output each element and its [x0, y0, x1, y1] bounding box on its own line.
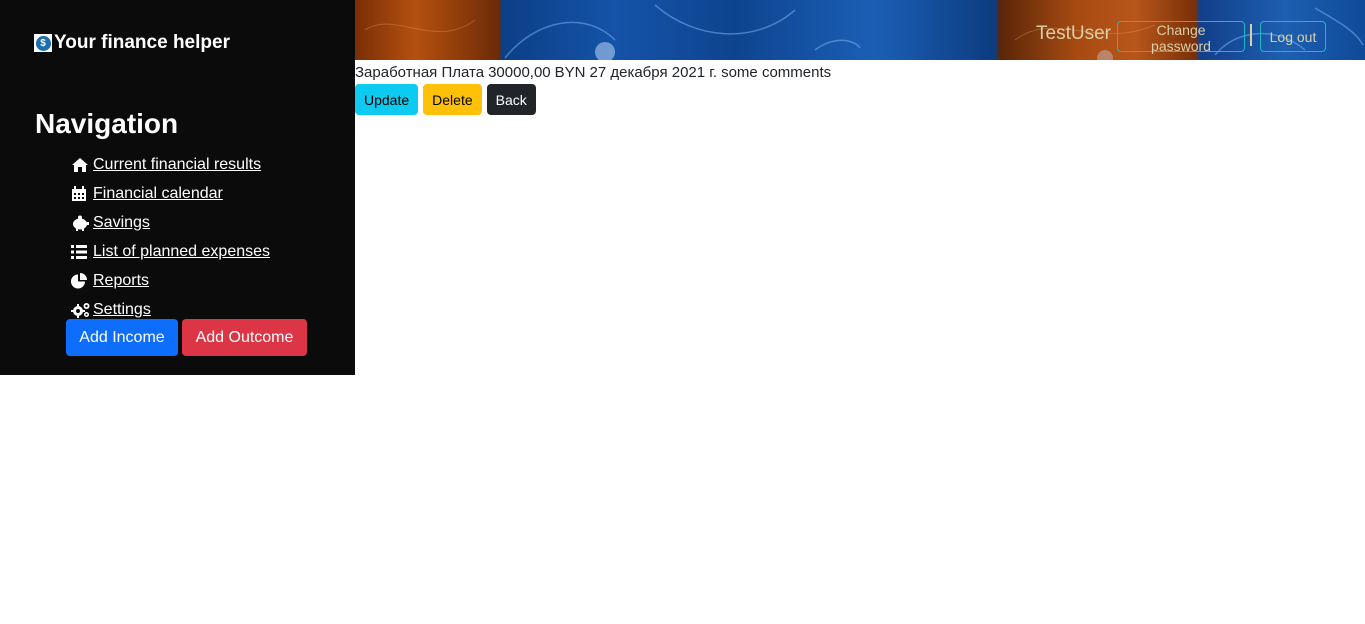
dollar-coin-icon: $ — [34, 34, 52, 52]
home-icon — [71, 157, 89, 173]
record-category: Заработная Плата — [355, 64, 485, 81]
gears-icon — [71, 302, 90, 318]
nav-item-label: Financial calendar — [93, 184, 223, 202]
change-password-button[interactable]: Change password — [1117, 21, 1245, 54]
header-banner: TestUser Change password Log out — [355, 0, 1365, 60]
record-amount: 30000,00 — [488, 64, 551, 81]
piggy-bank-icon — [71, 215, 89, 231]
nav-item-label: Reports — [93, 271, 150, 289]
back-button[interactable]: Back — [486, 84, 536, 115]
navigation-title: Navigation — [35, 108, 179, 139]
nav-item-label: Current financial results — [93, 155, 262, 173]
header-divider — [1250, 24, 1252, 46]
delete-button[interactable]: Delete — [423, 84, 482, 115]
record-summary: Заработная Плата 30000,00 BYN 27 декабря 20… — [355, 63, 835, 83]
record-currency: BYN — [554, 64, 586, 81]
record-comment: some comments — [721, 64, 832, 81]
sidebar: $ Your finance helper Navigation Current… — [0, 0, 355, 375]
user-name: TestUser — [1036, 23, 1111, 44]
list-icon — [71, 244, 89, 260]
nav-item-reports[interactable]: Reports — [71, 266, 270, 295]
record-details: Заработная Плата 30000,00 BYN 27 декабря 20… — [355, 63, 835, 115]
add-outcome-button[interactable]: Add Outcome — [182, 319, 307, 356]
nav-item-current-financial-results[interactable]: Current financial results — [71, 150, 270, 179]
pie-chart-icon — [71, 272, 89, 289]
update-button[interactable]: Update — [355, 84, 419, 115]
brand[interactable]: $ Your finance helper — [34, 32, 230, 54]
logout-button[interactable]: Log out — [1260, 21, 1326, 52]
nav-item-label: List of planned expenses — [93, 242, 271, 260]
nav-item-label: Settings — [93, 300, 151, 318]
record-actions: Update Delete Back — [355, 84, 835, 115]
record-date: 27 декабря 2021 г. — [589, 64, 718, 81]
nav-item-label: Savings — [93, 213, 150, 231]
nav-list: Current financial results Financial cale… — [71, 150, 270, 324]
calendar-icon — [71, 185, 89, 202]
coin-glyph: $ — [35, 35, 51, 51]
add-income-button[interactable]: Add Income — [66, 319, 178, 356]
nav-item-list-of-planned-expenses[interactable]: List of planned expenses — [71, 237, 270, 266]
nav-item-financial-calendar[interactable]: Financial calendar — [71, 179, 270, 208]
brand-title: Your finance helper — [54, 32, 230, 53]
nav-item-savings[interactable]: Savings — [71, 208, 270, 237]
